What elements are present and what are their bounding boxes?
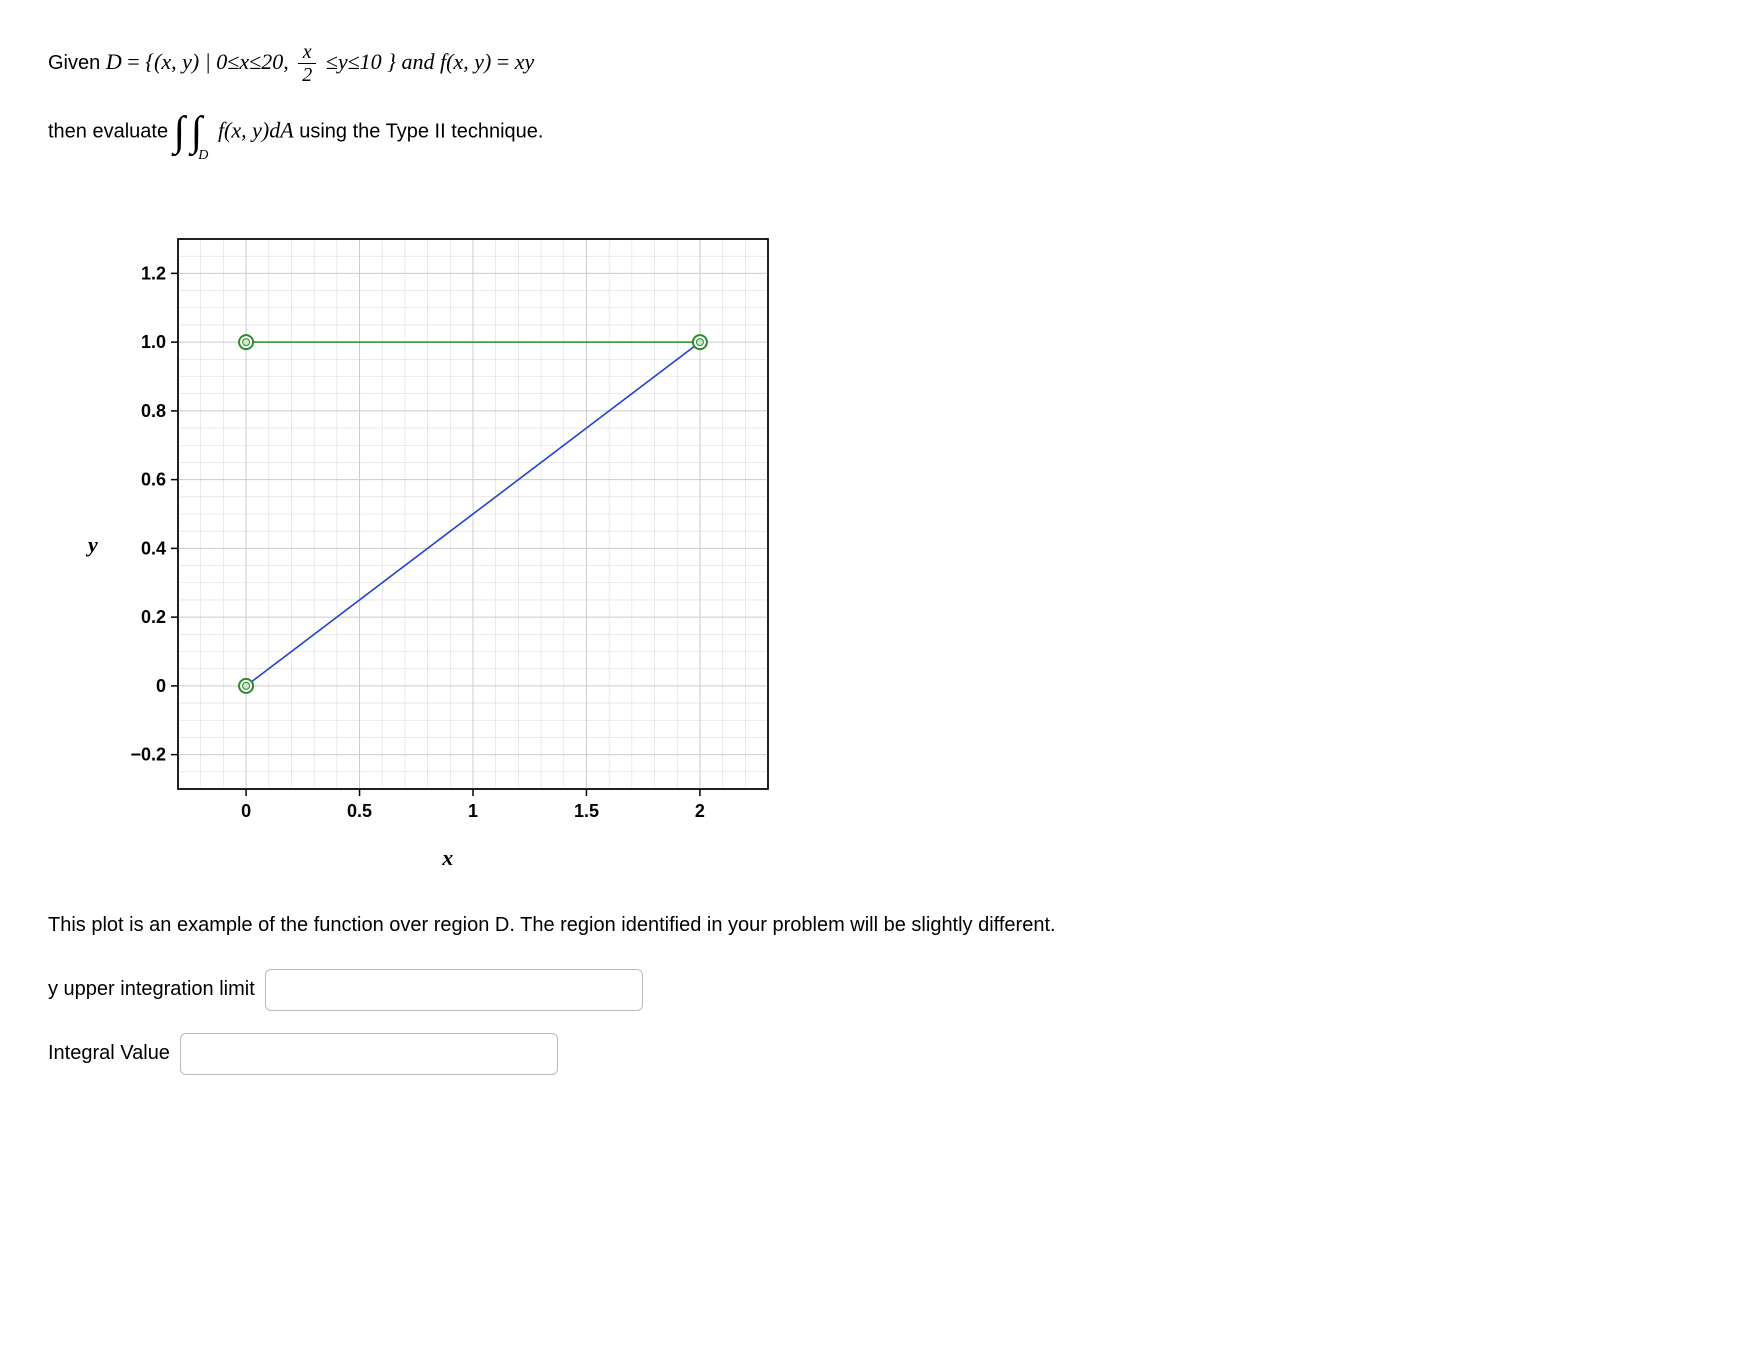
y-upper-input[interactable]: [265, 969, 643, 1011]
svg-text:0: 0: [156, 676, 166, 696]
problem-statement: Given D = {(x, y) | 0≤x≤20, x 2 ≤y≤10 } …: [48, 38, 1730, 179]
integral-value-input[interactable]: [180, 1033, 558, 1075]
svg-text:0: 0: [241, 801, 251, 821]
frac-num: x: [298, 41, 316, 64]
svg-text:1.5: 1.5: [574, 801, 599, 821]
y-axis-label: y: [88, 532, 98, 558]
text-given: Given: [48, 52, 106, 74]
fraction-x-over-2: x 2: [298, 41, 316, 86]
integral-symbol: ∫: [174, 86, 186, 178]
xy: xy: [515, 49, 535, 74]
svg-text:0.4: 0.4: [141, 538, 166, 558]
svg-text:1.2: 1.2: [141, 263, 166, 283]
svg-text:0.5: 0.5: [347, 801, 372, 821]
y-upper-label: y upper integration limit: [48, 978, 255, 1001]
svg-text:0.8: 0.8: [141, 401, 166, 421]
eq-sign-2: =: [497, 49, 515, 74]
problem-line-1: Given D = {(x, y) | 0≤x≤20, x 2 ≤y≤10 } …: [48, 38, 1730, 86]
text-then-evaluate: then evaluate: [48, 121, 174, 143]
fxy: f(x, y): [440, 49, 491, 74]
integral-value-label: Integral Value: [48, 1042, 170, 1065]
frac-den: 2: [298, 64, 316, 86]
integral-subscript: D: [198, 148, 208, 163]
problem-line-2: then evaluate ∫ ∫D f(x, y)dA using the T…: [48, 86, 1730, 178]
y-upper-row: y upper integration limit: [48, 969, 1730, 1011]
svg-text:1.0: 1.0: [141, 332, 166, 352]
svg-text:0.6: 0.6: [141, 469, 166, 489]
set-close: ≤y≤10 } and: [326, 49, 440, 74]
x-axis-label: x: [108, 845, 788, 871]
eq-sign: =: [127, 49, 139, 74]
svg-text:−0.2: −0.2: [130, 744, 166, 764]
svg-text:2: 2: [695, 801, 705, 821]
svg-text:0.2: 0.2: [141, 607, 166, 627]
text-type-ii: using the Type II technique.: [299, 121, 543, 143]
svg-text:1: 1: [468, 801, 478, 821]
region-plot: 0 0.5 1 1.5 2 −0.2 0 0.2 0.4 0.6 0.8 1.0 1.2: [108, 219, 788, 839]
integral-symbol-2: ∫D: [191, 86, 213, 178]
var-D: D: [106, 49, 122, 74]
plot-caption: This plot is an example of the function …: [48, 911, 1548, 939]
integral-value-row: Integral Value: [48, 1033, 1730, 1075]
integrand: f(x, y)dA: [218, 118, 294, 143]
chart-container: y 0 0.5 1 1.5 2 −0.2 0 0.2 0.4 0.6 0.8 1.0 1.2 x: [88, 219, 1730, 871]
set-open: {(x, y) | 0≤x≤20,: [145, 49, 294, 74]
